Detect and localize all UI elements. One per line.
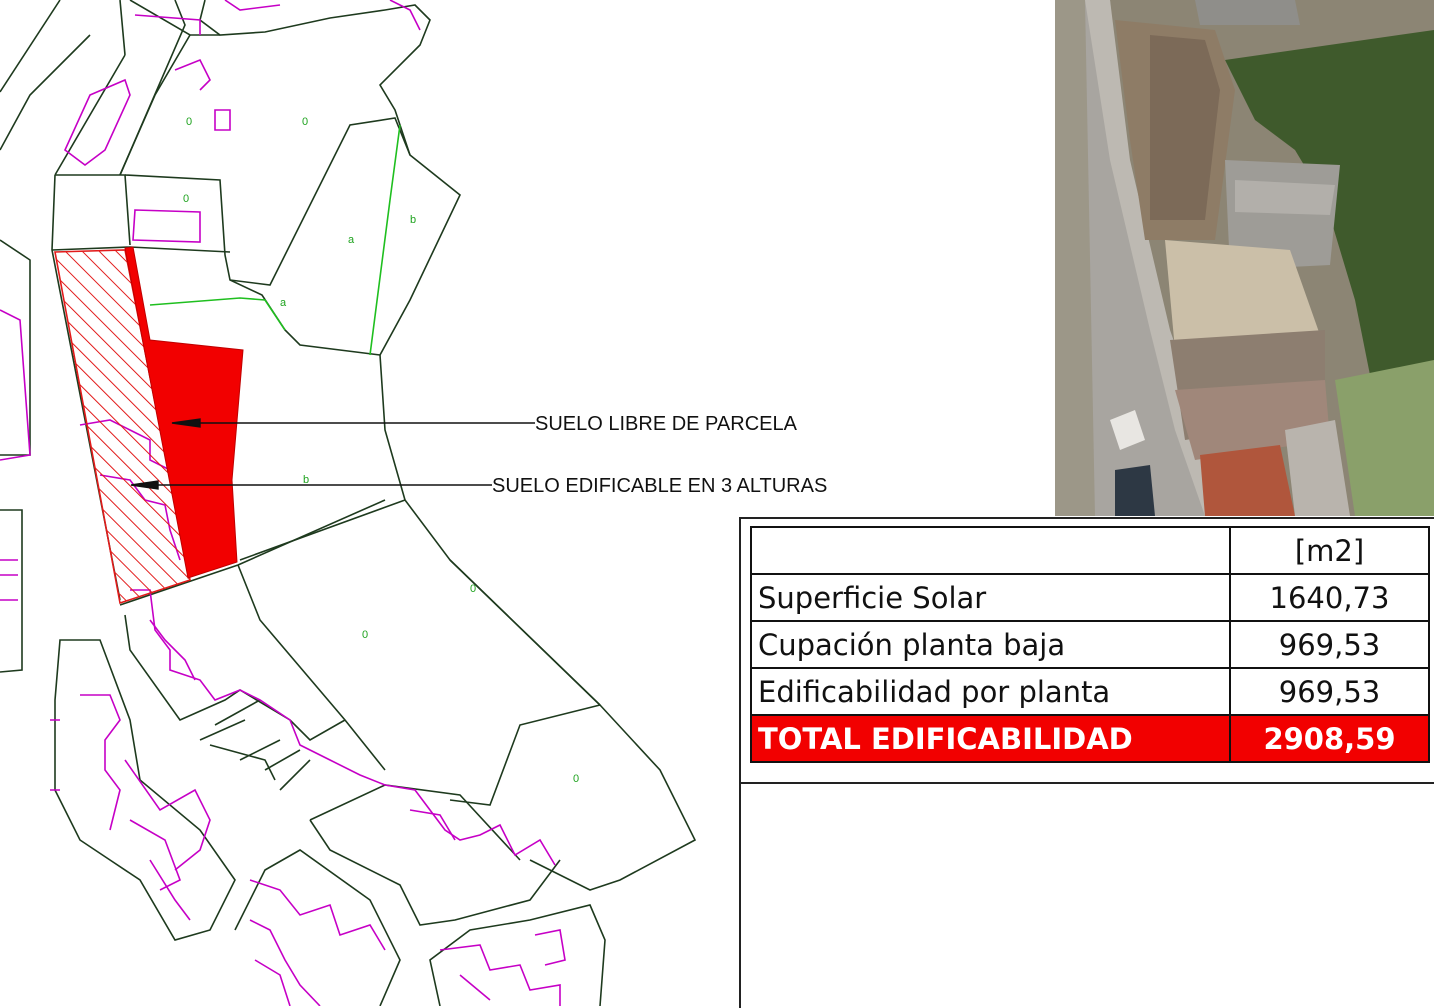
unit-header: [m2] bbox=[1229, 526, 1430, 575]
total-value: 2908,59 bbox=[1229, 714, 1430, 763]
label-free-land: SUELO LIBRE DE PARCELA bbox=[535, 413, 798, 435]
building-footprints bbox=[0, 0, 566, 1006]
parcel-code: 0 bbox=[183, 193, 189, 205]
parcel-code: 0 bbox=[470, 583, 476, 595]
surface-summary-table: [m2] Superficie Solar 1640,73 Cupación p… bbox=[750, 526, 1430, 763]
parcel-code: b bbox=[303, 474, 309, 486]
row-label: Edificabilidad por planta bbox=[750, 667, 1231, 716]
total-row: TOTAL EDIFICABILIDAD 2908,59 bbox=[750, 714, 1430, 763]
parcel-code: 0 bbox=[302, 116, 308, 128]
parcel-code: 0 bbox=[186, 116, 192, 128]
row-value: 969,53 bbox=[1229, 667, 1430, 716]
table-row: Superficie Solar 1640,73 bbox=[750, 573, 1430, 622]
parcel-code: 0 bbox=[362, 629, 368, 641]
total-label: TOTAL EDIFICABILIDAD bbox=[750, 714, 1231, 763]
row-value: 969,53 bbox=[1229, 620, 1430, 669]
table-header-row: [m2] bbox=[750, 526, 1430, 575]
header-label-cell bbox=[750, 526, 1231, 575]
parcel-code: a bbox=[348, 234, 355, 246]
table-row: Edificabilidad por planta 969,53 bbox=[750, 667, 1430, 716]
row-label: Cupación planta baja bbox=[750, 620, 1231, 669]
spreadsheet-area: [m2] Superficie Solar 1640,73 Cupación p… bbox=[739, 517, 1434, 1008]
parcel-code: a bbox=[280, 297, 287, 309]
row-value: 1640,73 bbox=[1229, 573, 1430, 622]
label-buildable-land: SUELO EDIFICABLE EN 3 ALTURAS bbox=[492, 475, 827, 497]
sheet-divider bbox=[741, 782, 1434, 784]
subparcel-lines bbox=[149, 124, 401, 356]
parcel-code: b bbox=[410, 214, 416, 226]
aerial-photo bbox=[1055, 0, 1434, 516]
table-row: Cupación planta baja 969,53 bbox=[750, 620, 1430, 669]
parcel-code: 0 bbox=[573, 773, 579, 785]
row-label: Superficie Solar bbox=[750, 573, 1231, 622]
